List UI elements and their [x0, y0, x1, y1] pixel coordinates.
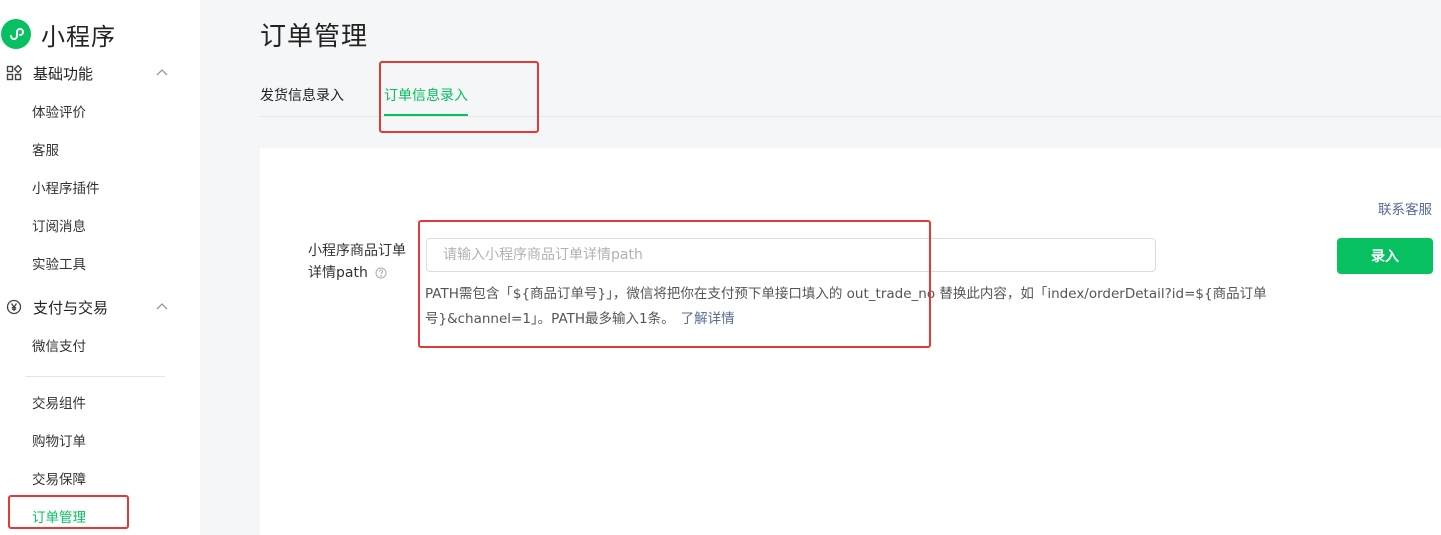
path-description-text: PATH需包含「${商品订单号}」，微信将把你在支付预下单接口填入的 out_t… — [425, 286, 1267, 327]
sidebar-item-experience-review[interactable]: 体验评价 — [32, 103, 86, 123]
active-tab-indicator — [384, 114, 468, 116]
path-description: PATH需包含「${商品订单号}」，微信将把你在支付预下单接口填入的 out_t… — [425, 282, 1305, 332]
sidebar-group-payment[interactable]: 支付与交易 — [0, 292, 200, 322]
sidebar-group-basic[interactable]: 基础功能 — [0, 58, 200, 88]
chevron-up-icon[interactable] — [155, 300, 169, 314]
submit-button[interactable]: 录入 — [1337, 238, 1433, 274]
sidebar-item-experiment-tools[interactable]: 实验工具 — [32, 255, 86, 275]
help-icon[interactable] — [375, 267, 387, 279]
sidebar-item-trade-guarantee[interactable]: 交易保障 — [32, 470, 86, 490]
yen-icon — [5, 298, 23, 316]
order-path-input[interactable] — [426, 238, 1156, 272]
page-title: 订单管理 — [260, 22, 369, 52]
sidebar-item-subscription-messages[interactable]: 订阅消息 — [32, 217, 86, 237]
sidebar-item-order-management[interactable]: 订单管理 — [32, 508, 86, 528]
path-field-label-text: 小程序商品订单详情path — [308, 243, 406, 281]
sidebar-group-label: 支付与交易 — [33, 298, 109, 317]
tab-bar: 发货信息录入 订单信息录入 — [260, 72, 1441, 117]
tab-order-info[interactable]: 订单信息录入 — [384, 85, 468, 105]
chevron-up-icon[interactable] — [155, 66, 169, 80]
order-info-panel: 联系客服 小程序商品订单详情path 录入 PATH需包含「${商品订单号}」，… — [260, 148, 1441, 535]
contact-support-link[interactable]: 联系客服 — [1378, 198, 1432, 218]
sidebar-item-plugins[interactable]: 小程序插件 — [32, 179, 100, 199]
learn-more-link[interactable]: 了解详情 — [681, 311, 735, 327]
sidebar-item-shopping-orders[interactable]: 购物订单 — [32, 432, 86, 452]
sidebar-group-label: 基础功能 — [33, 64, 94, 83]
sidebar: 小程序 基础功能 体验评价 客服 小程序插件 订阅消息 实验工具 支付与交易 微… — [0, 0, 200, 535]
path-field-label: 小程序商品订单详情path — [308, 240, 408, 284]
sidebar-item-customer-service[interactable]: 客服 — [32, 141, 59, 161]
sidebar-item-wechat-pay[interactable]: 微信支付 — [32, 337, 86, 357]
grid-icon — [5, 64, 23, 82]
mini-program-logo-icon — [1, 19, 31, 49]
brand[interactable]: 小程序 — [0, 14, 116, 54]
brand-title: 小程序 — [41, 22, 116, 51]
sidebar-divider — [25, 376, 165, 377]
tab-shipping-info[interactable]: 发货信息录入 — [260, 85, 344, 105]
sidebar-item-trade-components[interactable]: 交易组件 — [32, 394, 86, 414]
